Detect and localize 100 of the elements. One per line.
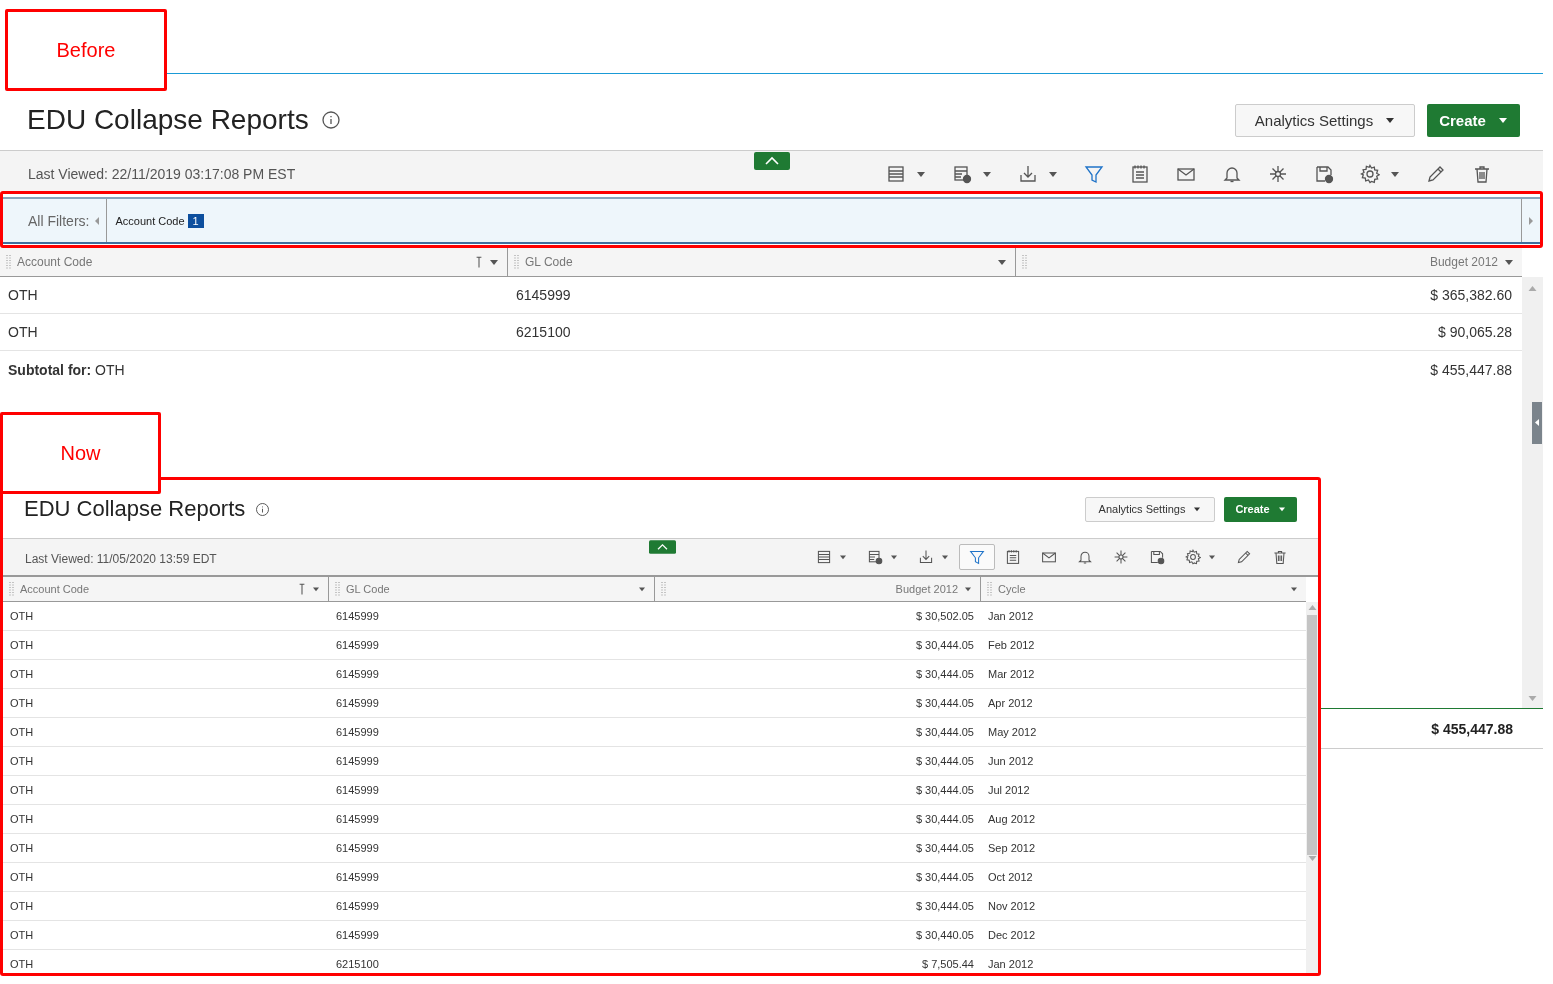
caret-icon bbox=[997, 258, 1007, 266]
scrollbar[interactable] bbox=[1522, 277, 1543, 708]
table-cell-text: OTH bbox=[9, 958, 35, 970]
caret-icon bbox=[1208, 554, 1216, 560]
caret-icon bbox=[964, 586, 972, 592]
pencil-icon bbox=[1426, 164, 1446, 184]
table-cell-text: 6145999 bbox=[335, 668, 380, 680]
envelope-icon bbox=[1041, 549, 1057, 565]
filter-button[interactable] bbox=[959, 544, 995, 570]
caret-icon bbox=[1504, 258, 1514, 266]
caret-icon bbox=[941, 554, 949, 560]
caret-icon bbox=[982, 170, 992, 178]
notepad-icon bbox=[1005, 549, 1021, 565]
table-cell-text: Jan 2012 bbox=[987, 610, 1035, 622]
left-arrow-icon bbox=[94, 216, 101, 225]
subtotal-amount: $ 455,447.88 bbox=[1429, 361, 1513, 378]
settings-dropdown-button[interactable]: Analytics Settings bbox=[1085, 496, 1215, 522]
up-arrow-icon bbox=[1528, 285, 1537, 292]
bell-icon bbox=[1222, 164, 1242, 184]
download-icon bbox=[1018, 164, 1038, 184]
save-icon bbox=[1314, 164, 1334, 184]
table-cell-text: $ 30,444.05 bbox=[914, 697, 975, 709]
table-cell-text: OTH bbox=[9, 842, 35, 854]
trash-icon bbox=[1472, 164, 1492, 184]
column-header[interactable]: Budget 2012 bbox=[655, 577, 981, 601]
table-cell-text: Jan 2012 bbox=[987, 958, 1035, 970]
right-arrow-icon bbox=[1528, 216, 1534, 225]
last-viewed-text: Last Viewed: 11/05/2020 13:59 EDT bbox=[25, 550, 217, 566]
settings-icon bbox=[1360, 164, 1380, 184]
pencil-icon bbox=[1236, 549, 1252, 565]
table-cell-text: Nov 2012 bbox=[987, 900, 1037, 912]
column-header[interactable]: Account Code bbox=[0, 248, 508, 276]
drag-handle-icon bbox=[1022, 254, 1027, 270]
caret-icon bbox=[638, 586, 646, 592]
settings-icon bbox=[1185, 549, 1201, 565]
table-cell-text: 6145999 bbox=[335, 900, 380, 912]
drag-handle-icon bbox=[661, 581, 666, 597]
table-cell-text: Dec 2012 bbox=[987, 929, 1037, 941]
drag-handle-icon bbox=[987, 581, 992, 597]
drag-handle-icon bbox=[6, 254, 11, 270]
down-arrow-icon bbox=[1528, 695, 1537, 702]
table-cell-text: Jun 2012 bbox=[987, 755, 1035, 767]
table-cell-text: 6215100 bbox=[515, 324, 572, 340]
column-header[interactable]: Cycle bbox=[981, 577, 1306, 601]
table-cell-text: 6145999 bbox=[335, 929, 380, 941]
down-arrow-icon bbox=[1307, 855, 1317, 862]
table-cell-text: 6145999 bbox=[335, 726, 380, 738]
network-icon bbox=[1113, 549, 1129, 565]
caret-icon bbox=[1390, 170, 1400, 178]
table-cell-text: Apr 2012 bbox=[987, 697, 1034, 709]
table-cell-text: OTH bbox=[7, 324, 39, 340]
list-icon bbox=[886, 164, 906, 184]
settings-dropdown-button[interactable]: Analytics Settings bbox=[1235, 103, 1415, 137]
scrollbar[interactable] bbox=[1306, 602, 1318, 973]
side-panel-toggle-icon bbox=[1532, 402, 1542, 444]
table-cell-text: OTH bbox=[9, 900, 35, 912]
drag-handle-icon bbox=[9, 581, 14, 597]
table-cell-text: $ 30,444.05 bbox=[914, 871, 975, 883]
caret-icon bbox=[1277, 506, 1286, 512]
info-icon bbox=[320, 110, 341, 130]
column-header[interactable]: GL Code bbox=[508, 248, 1016, 276]
scroll-thumb[interactable] bbox=[1307, 615, 1317, 855]
column-header[interactable]: Budget 2012 bbox=[1016, 248, 1522, 276]
column-header[interactable]: GL Code bbox=[329, 577, 655, 601]
table-cell-text: OTH bbox=[9, 813, 35, 825]
download-icon bbox=[918, 549, 934, 565]
report-title: EDU Collapse Reports bbox=[24, 496, 246, 522]
table-cell-text: 6145999 bbox=[335, 842, 380, 854]
trash-icon bbox=[1272, 549, 1288, 565]
caret-icon bbox=[312, 586, 320, 592]
subtotal-label: Subtotal for: OTH bbox=[7, 361, 126, 378]
table-cell-text: 6145999 bbox=[335, 813, 380, 825]
column-header[interactable]: Account Code bbox=[3, 577, 329, 601]
drag-handle-icon bbox=[514, 254, 519, 270]
list-icon bbox=[816, 549, 832, 565]
table-cell-text: OTH bbox=[9, 610, 35, 622]
table-cell-text: $ 7,505.44 bbox=[921, 958, 975, 970]
create-button[interactable]: Create bbox=[1224, 496, 1297, 522]
table-cell-text: $ 90,065.28 bbox=[1437, 324, 1513, 340]
bell-icon bbox=[1077, 549, 1093, 565]
table-cell-text: Sep 2012 bbox=[987, 842, 1037, 854]
table-cell-text: OTH bbox=[9, 784, 35, 796]
table-cell-text: $ 30,444.05 bbox=[914, 784, 975, 796]
caret-icon bbox=[1385, 116, 1396, 124]
notepad-icon bbox=[1130, 164, 1150, 184]
filter-icon bbox=[1084, 164, 1104, 184]
filter-chip[interactable]: Account Code 1 bbox=[115, 213, 204, 228]
caret-icon bbox=[839, 554, 847, 560]
count-badge: 1 bbox=[187, 213, 204, 228]
table-cell-text: Oct 2012 bbox=[987, 871, 1034, 883]
table-cell-text: OTH bbox=[9, 929, 35, 941]
table-cell-text: OTH bbox=[9, 871, 35, 883]
table-cell-text: 6145999 bbox=[335, 784, 380, 796]
caret-icon bbox=[1193, 506, 1202, 512]
caret-icon bbox=[916, 170, 926, 178]
drag-handle-icon bbox=[335, 581, 340, 597]
table-cell-text: $ 365,382.60 bbox=[1429, 287, 1513, 303]
create-button[interactable]: Create bbox=[1427, 103, 1520, 137]
last-viewed-text: Last Viewed: 22/11/2019 03:17:08 PM EST bbox=[28, 166, 296, 182]
table-badge-icon bbox=[952, 164, 972, 184]
